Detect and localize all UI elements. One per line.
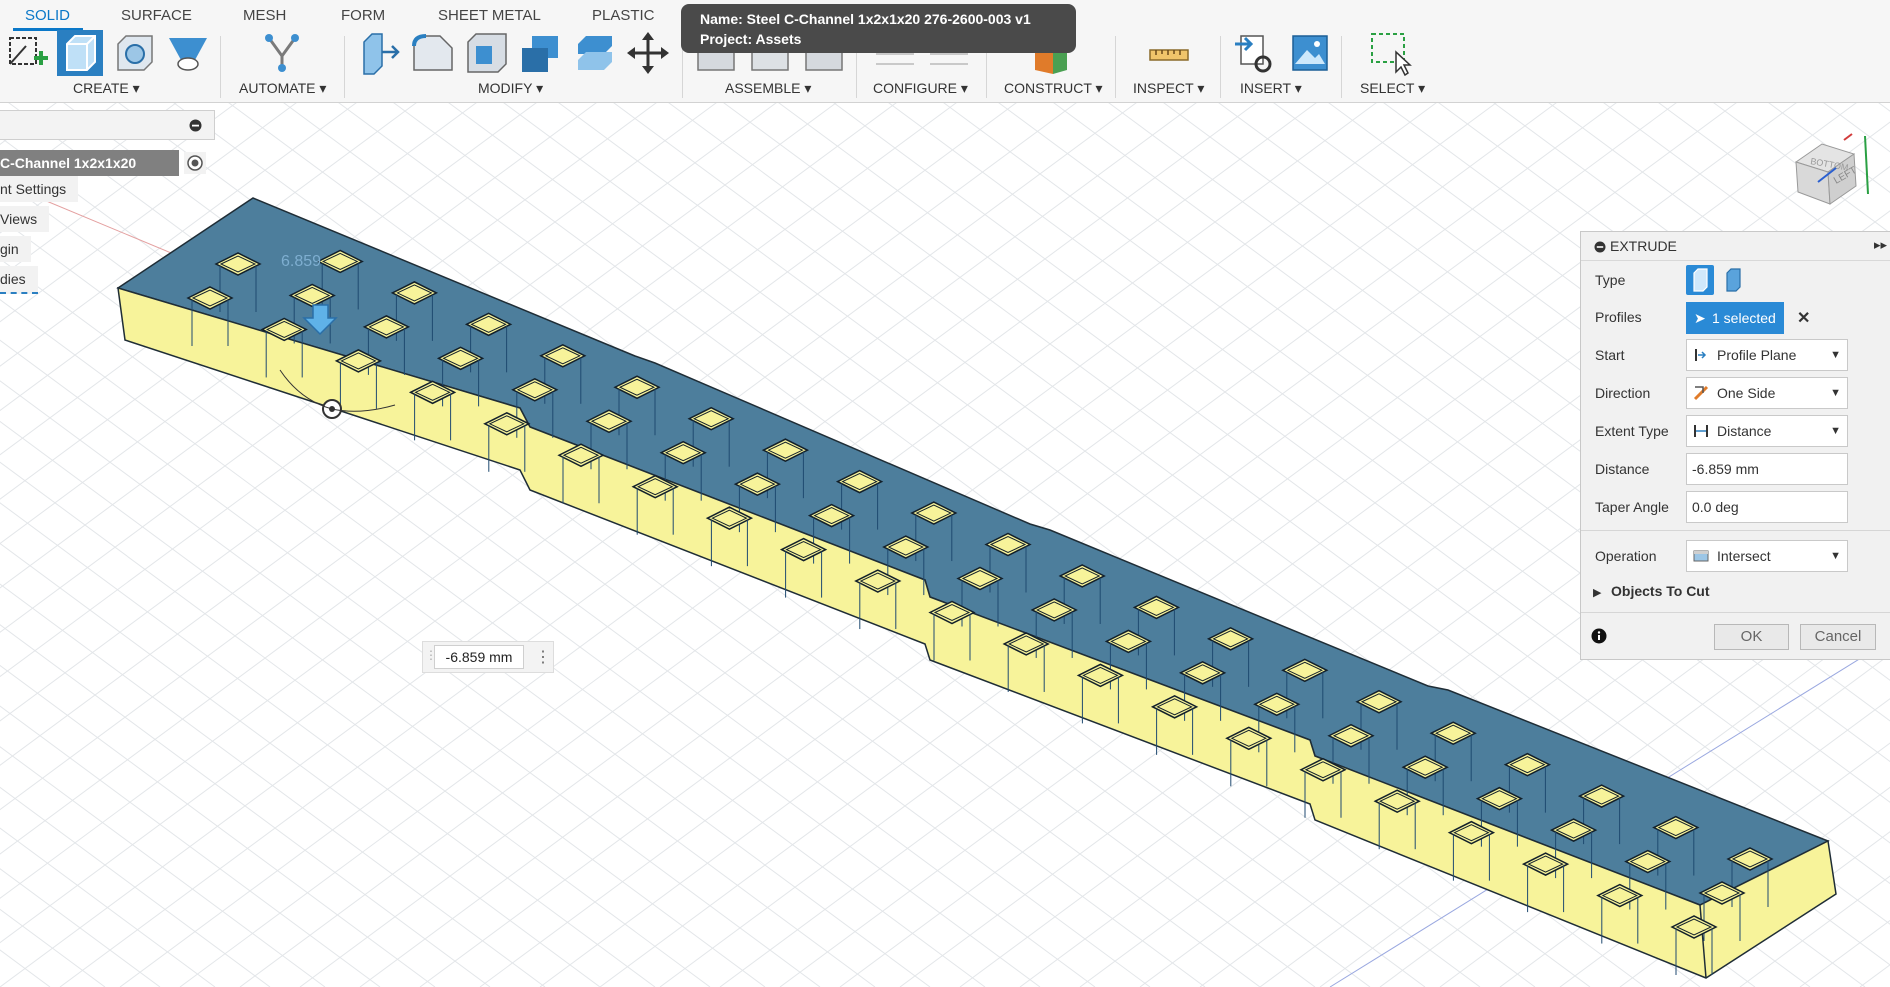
- insert-derive-icon[interactable]: [1233, 30, 1279, 76]
- separator: [220, 36, 221, 98]
- shell-icon[interactable]: [464, 30, 510, 76]
- extent-type-label: Extent Type: [1595, 423, 1669, 439]
- direction-value: One Side: [1717, 385, 1776, 401]
- collapse-icon[interactable]: [1594, 241, 1606, 253]
- more-options-icon[interactable]: ⋮: [535, 647, 551, 667]
- type-thin-button[interactable]: [1719, 265, 1747, 295]
- direction-select[interactable]: One Side ▼: [1686, 377, 1848, 409]
- browser-header[interactable]: [0, 110, 215, 140]
- combine-icon[interactable]: [518, 30, 564, 76]
- objects-to-cut-section[interactable]: Objects To Cut: [1611, 583, 1710, 599]
- solid-icon: [1693, 268, 1708, 292]
- separator: [1115, 36, 1116, 98]
- measure-icon[interactable]: [1146, 30, 1192, 76]
- expand-arrow-icon[interactable]: ▶: [1593, 586, 1601, 599]
- expand-panel-icon[interactable]: ▸▸: [1874, 237, 1887, 253]
- info-icon[interactable]: [1591, 628, 1607, 644]
- extrude-title: EXTRUDE: [1610, 238, 1677, 254]
- create-sketch-icon[interactable]: [4, 30, 50, 76]
- insert-group-label[interactable]: INSERT ▾: [1240, 80, 1302, 97]
- profiles-selection-button[interactable]: ➤ 1 selected: [1686, 302, 1784, 334]
- cursor-icon: ➤: [1694, 310, 1706, 326]
- fillet-icon[interactable]: [410, 30, 456, 76]
- insert-canvas-icon[interactable]: [1287, 30, 1333, 76]
- start-select[interactable]: Profile Plane ▼: [1686, 339, 1848, 371]
- automate-icon[interactable]: [259, 30, 305, 76]
- distance-label: Distance: [1595, 461, 1650, 477]
- browser-item-bodies[interactable]: dies: [0, 266, 38, 294]
- tab-solid[interactable]: SOLID: [25, 4, 70, 28]
- divider: [1581, 612, 1890, 613]
- one-side-icon: [1693, 385, 1709, 401]
- tooltip-project: Project: Assets: [700, 31, 802, 47]
- collapse-icon[interactable]: [189, 119, 202, 132]
- extent-type-select[interactable]: Distance ▼: [1686, 415, 1848, 447]
- cancel-button[interactable]: Cancel: [1800, 624, 1876, 650]
- revolve-icon[interactable]: [112, 30, 158, 76]
- inspect-group-label[interactable]: INSPECT ▾: [1133, 80, 1204, 97]
- operation-select[interactable]: Intersect ▼: [1686, 540, 1848, 572]
- select-group-label[interactable]: SELECT ▾: [1360, 80, 1425, 97]
- taper-angle-label: Taper Angle: [1595, 499, 1669, 515]
- extrude-dialog: EXTRUDE ▸▸ Type Profiles ➤ 1 selected ✕ …: [1580, 231, 1890, 660]
- move-icon[interactable]: [625, 30, 671, 76]
- distance-icon: [1694, 425, 1708, 437]
- distance-manipulator[interactable]: ⋮ -6.859 mm ⋮: [422, 641, 554, 673]
- tab-sheet-metal[interactable]: SHEET METAL: [438, 4, 541, 28]
- tab-mesh[interactable]: MESH: [243, 4, 286, 28]
- extent-type-value: Distance: [1717, 423, 1772, 439]
- configure-group-label[interactable]: CONFIGURE ▾: [873, 80, 968, 97]
- distance-input[interactable]: -6.859 mm: [434, 645, 524, 669]
- operation-value: Intersect: [1717, 548, 1771, 564]
- viewcube[interactable]: LEFT BOTTOM: [1782, 124, 1882, 214]
- intersect-icon: [1693, 550, 1709, 562]
- browser-item-origin[interactable]: gin: [0, 236, 31, 262]
- direction-label: Direction: [1595, 385, 1651, 401]
- browser-item-document[interactable]: C-Channel 1x2x1x20 276-...: [0, 150, 179, 197]
- extrude-header[interactable]: EXTRUDE ▸▸: [1581, 232, 1890, 261]
- loft-icon[interactable]: [165, 30, 211, 76]
- tab-form[interactable]: FORM: [341, 4, 385, 28]
- dimension-label: 6.859: [281, 253, 321, 270]
- operation-label: Operation: [1595, 548, 1657, 564]
- tab-surface[interactable]: SURFACE: [121, 4, 192, 28]
- start-label: Start: [1595, 347, 1625, 363]
- start-value: Profile Plane: [1717, 347, 1797, 363]
- thin-extrude-icon: [1726, 268, 1741, 292]
- profiles-label: Profiles: [1595, 309, 1642, 325]
- extrude-icon[interactable]: [57, 30, 103, 76]
- channel-side-face: [117, 286, 1837, 979]
- tab-plastic[interactable]: PLASTIC: [592, 4, 655, 28]
- automate-group-label[interactable]: AUTOMATE ▾: [239, 80, 326, 97]
- modify-group-label[interactable]: MODIFY ▾: [478, 80, 543, 97]
- profiles-value: 1 selected: [1712, 310, 1776, 326]
- type-solid-button[interactable]: [1686, 265, 1714, 295]
- tooltip-name: Name: Steel C-Channel 1x2x1x20 276-2600-…: [700, 11, 1031, 27]
- separator: [344, 36, 345, 98]
- profile-plane-icon: [1695, 349, 1707, 361]
- taper-angle-field[interactable]: 0.0 deg: [1686, 491, 1848, 523]
- create-group-label[interactable]: CREATE ▾: [73, 80, 140, 97]
- offset-face-icon[interactable]: [572, 30, 618, 76]
- separator: [1220, 36, 1221, 98]
- construct-group-label[interactable]: CONSTRUCT ▾: [1004, 80, 1103, 97]
- browser-item-views[interactable]: Views: [0, 206, 50, 232]
- type-label: Type: [1595, 272, 1626, 288]
- select-window-icon[interactable]: [1366, 30, 1412, 77]
- separator: [1341, 36, 1342, 98]
- assemble-group-label[interactable]: ASSEMBLE ▾: [725, 80, 811, 97]
- browser-item-settings[interactable]: nt Settings: [0, 176, 79, 202]
- document-tooltip: Name: Steel C-Channel 1x2x1x20 276-2600-…: [681, 4, 1076, 53]
- radio-icon[interactable]: [184, 152, 206, 174]
- distance-field[interactable]: -6.859 mm: [1686, 453, 1848, 485]
- press-pull-icon[interactable]: [356, 30, 402, 76]
- clear-selection-icon[interactable]: ✕: [1797, 308, 1810, 328]
- divider: [1581, 530, 1890, 531]
- ok-button[interactable]: OK: [1714, 624, 1789, 650]
